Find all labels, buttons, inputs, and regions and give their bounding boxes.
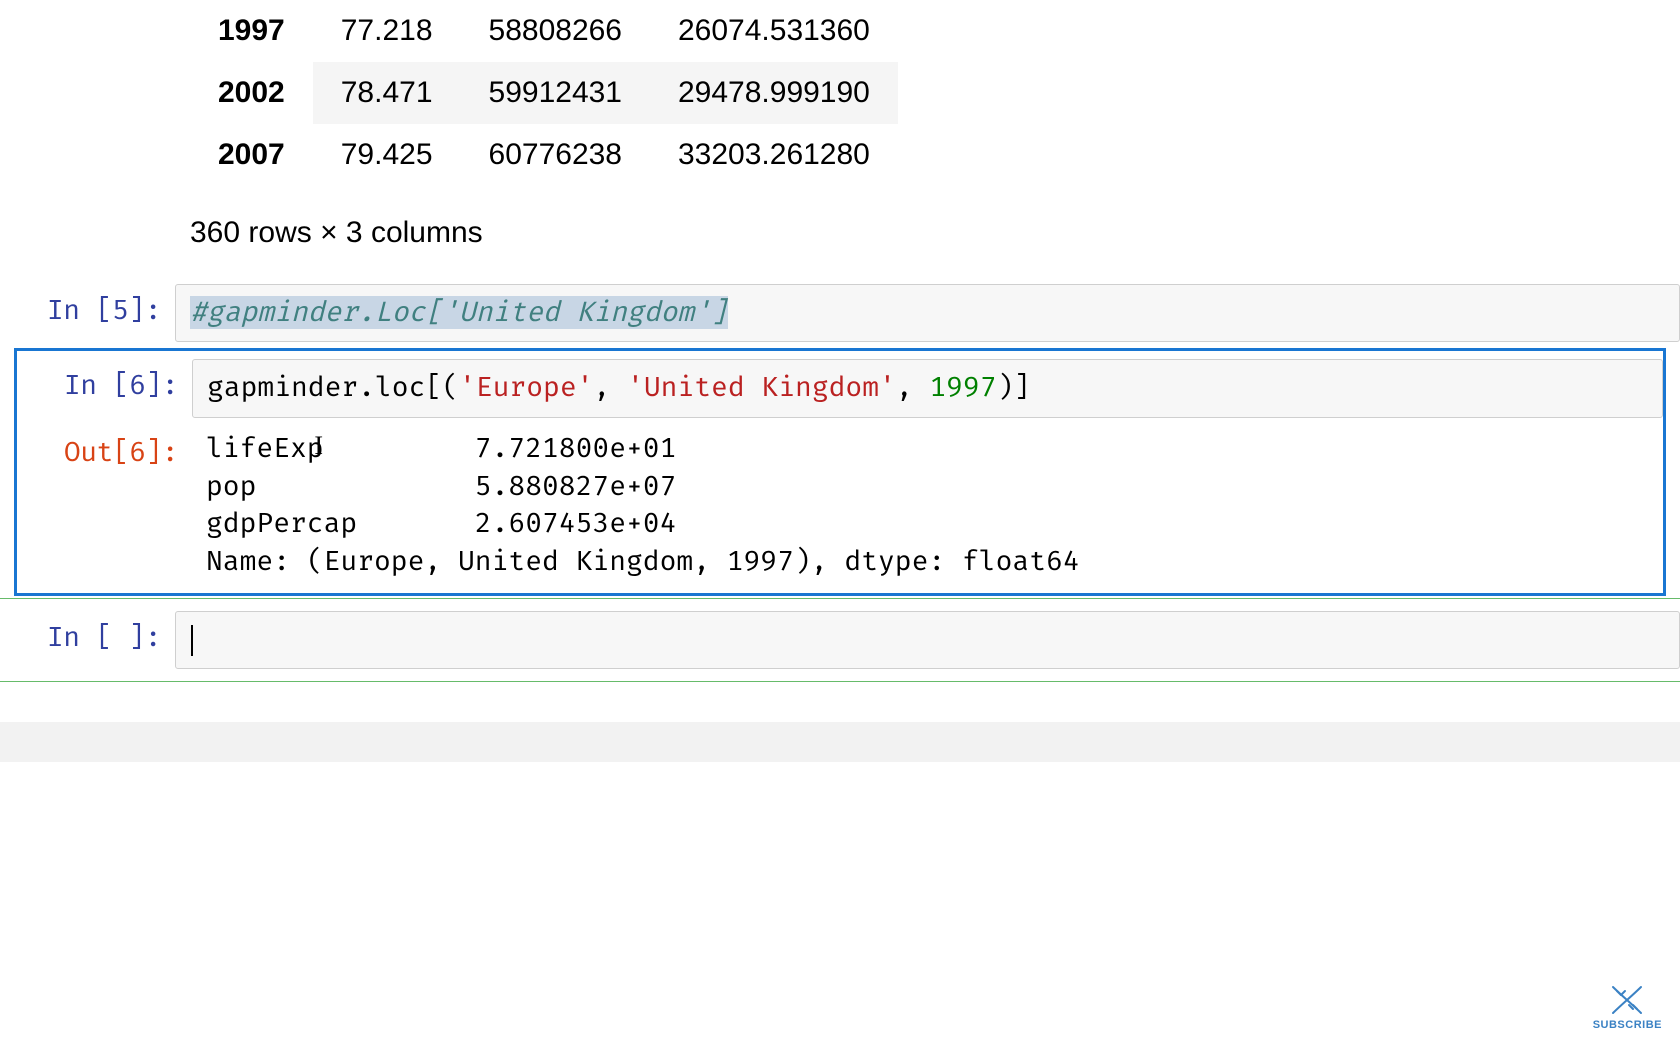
output-prompt: Out[6]: <box>17 426 192 469</box>
footer-background <box>0 722 1680 762</box>
code-string: 'United Kingdom' <box>627 371 896 404</box>
cell-lifeexp: 79.425 <box>313 124 461 186</box>
year-header: 2002 <box>190 62 313 124</box>
code-text: gapminder.loc[( <box>207 371 459 404</box>
dataframe-output: 1997 77.218 58808266 26074.531360 2002 7… <box>0 0 1680 186</box>
subscribe-badge[interactable]: SUBSCRIBE <box>1593 983 1662 1031</box>
text-cursor-icon <box>191 625 193 656</box>
jupyter-notebook: 1997 77.218 58808266 26074.531360 2002 7… <box>0 0 1680 682</box>
code-text: , <box>896 371 930 404</box>
output-line: pop 5.880827e+07 <box>206 470 676 503</box>
text-cursor-icon <box>314 432 323 465</box>
selected-cell-border: In [6]: gapminder.loc[('Europe', 'United… <box>14 348 1666 596</box>
cell-gdppercap: 33203.261280 <box>650 124 898 186</box>
year-header: 1997 <box>190 0 313 62</box>
code-comment: #gapminder.Loc['United Kingdom'] <box>190 296 728 329</box>
code-string: 'Europe' <box>459 371 593 404</box>
input-prompt: In [ ]: <box>0 611 175 654</box>
output-line: Name: (Europe, United Kingdom, 1997), dt… <box>206 545 1080 578</box>
code-cell-5[interactable]: In [5]: #gapminder.Loc['United Kingdom'] <box>0 280 1680 346</box>
code-number: 1997 <box>929 371 996 404</box>
cell-pop: 58808266 <box>461 0 650 62</box>
output-line: gdpPercap 2.607453e+04 <box>206 507 676 540</box>
code-input-area[interactable]: gapminder.loc[('Europe', 'United Kingdom… <box>192 359 1663 417</box>
table-row: 1997 77.218 58808266 26074.531360 <box>190 0 898 62</box>
cell-pop: 60776238 <box>461 124 650 186</box>
cell-lifeexp: 78.471 <box>313 62 461 124</box>
output-cell-6: Out[6]: lifeExp 7.721800e+01 pop 5.88082… <box>17 422 1663 589</box>
subscribe-label: SUBSCRIBE <box>1593 1019 1662 1031</box>
code-cell-6[interactable]: In [6]: gapminder.loc[('Europe', 'United… <box>17 355 1663 421</box>
dna-icon <box>1607 983 1647 1017</box>
text-output: lifeExp 7.721800e+01 pop 5.880827e+07 gd… <box>192 426 1663 585</box>
dataframe-table: 1997 77.218 58808266 26074.531360 2002 7… <box>190 0 898 186</box>
dataframe-summary: 360 rows × 3 columns <box>0 186 1680 280</box>
code-text: , <box>593 371 627 404</box>
cell-pop: 59912431 <box>461 62 650 124</box>
code-text: )] <box>997 371 1031 404</box>
input-prompt: In [6]: <box>17 359 192 402</box>
code-cell-empty[interactable]: In [ ]: <box>0 607 1680 673</box>
code-input-area[interactable] <box>175 611 1680 669</box>
active-cell-border: In [ ]: <box>0 598 1680 682</box>
cell-gdppercap: 29478.999190 <box>650 62 898 124</box>
table-row: 2007 79.425 60776238 33203.261280 <box>190 124 898 186</box>
input-prompt: In [5]: <box>0 284 175 327</box>
code-input-area[interactable]: #gapminder.Loc['United Kingdom'] <box>175 284 1680 342</box>
cell-gdppercap: 26074.531360 <box>650 0 898 62</box>
table-row: 2002 78.471 59912431 29478.999190 <box>190 62 898 124</box>
year-header: 2007 <box>190 124 313 186</box>
output-line: lifeExp 7.721800e+01 <box>206 432 676 465</box>
cell-lifeexp: 77.218 <box>313 0 461 62</box>
